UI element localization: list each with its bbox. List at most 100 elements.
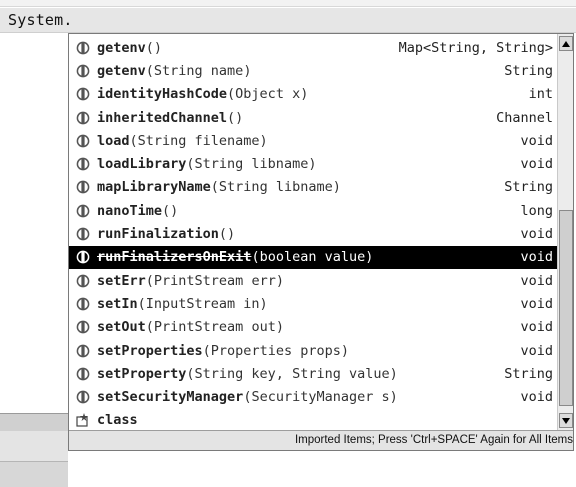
gutter-band <box>0 413 68 432</box>
completion-item-params: (InputStream in) <box>137 295 268 312</box>
method-icon <box>75 133 91 149</box>
completion-item-name: inheritedChannel <box>97 109 228 126</box>
completion-status-bar: Imported Items; Press 'Ctrl+SPACE' Again… <box>69 430 573 450</box>
completion-item[interactable]: getenv() Map<String, String> <box>69 36 559 59</box>
editor-line[interactable]: System. <box>0 8 576 33</box>
keyword-icon <box>75 412 91 428</box>
completion-item-return-type: String <box>504 179 553 196</box>
completion-item-name: setErr <box>97 272 146 289</box>
completion-item-name: runFinalizersOnExit <box>97 249 252 266</box>
scroll-thumb[interactable] <box>559 210 573 406</box>
completion-item-return-type: Map<String, String> <box>398 39 553 56</box>
completion-item-signature: mapLibraryName(String libname) <box>97 179 504 195</box>
completion-item-return-type: void <box>520 389 553 406</box>
editor-gutter <box>0 33 68 487</box>
completion-item-signature: setOut(PrintStream out) <box>97 319 520 335</box>
completion-item-params: (PrintStream err) <box>145 272 284 289</box>
method-icon <box>75 179 91 195</box>
completion-item-name: setIn <box>97 295 138 312</box>
completion-item-signature: getenv(String name) <box>97 63 504 79</box>
completion-item[interactable]: getenv(String name) String <box>69 59 559 82</box>
method-icon <box>75 319 91 335</box>
method-icon <box>75 86 91 102</box>
completion-item-params: () <box>145 39 163 56</box>
completion-item[interactable]: mapLibraryName(String libname) String <box>69 176 559 199</box>
completion-item-name: setProperties <box>97 342 203 359</box>
method-icon <box>75 296 91 312</box>
scroll-up-button[interactable] <box>559 36 573 51</box>
completion-item-name: class <box>97 412 138 429</box>
completion-item-params: (PrintStream out) <box>145 319 284 336</box>
completion-item-signature: identityHashCode(Object x) <box>97 86 529 102</box>
completion-item-signature: setProperty(String key, String value) <box>97 366 504 382</box>
completion-item[interactable]: nanoTime() long <box>69 199 559 222</box>
completion-item-params: (SecurityManager s) <box>243 389 398 406</box>
gutter-band <box>0 461 68 487</box>
completion-item-selected[interactable]: runFinalizersOnExit(boolean value) void <box>69 245 559 269</box>
completion-item[interactable]: setErr(PrintStream err) void <box>69 269 559 292</box>
completion-item-return-type: void <box>520 249 553 266</box>
completion-item-return-type: void <box>520 342 553 359</box>
completion-item-signature: setProperties(Properties props) <box>97 343 520 359</box>
completion-item-return-type: void <box>520 132 553 149</box>
method-icon <box>75 366 91 382</box>
completion-item-name: identityHashCode <box>97 86 228 103</box>
completion-item-params: (String key, String value) <box>186 365 398 382</box>
completion-item-signature: setIn(InputStream in) <box>97 296 520 312</box>
completion-scrollbar[interactable] <box>557 34 573 430</box>
completion-item-params: (String name) <box>145 62 252 79</box>
completion-item-return-type: Channel <box>496 109 553 126</box>
gutter-band <box>0 431 68 461</box>
completion-item-name: getenv <box>97 62 146 79</box>
method-icon <box>75 343 91 359</box>
arrow-down-icon <box>562 417 570 424</box>
completion-item[interactable]: runFinalization() void <box>69 222 559 245</box>
completion-item-signature: runFinalization() <box>97 226 520 242</box>
method-icon <box>75 273 91 289</box>
completion-item-name: getenv <box>97 39 146 56</box>
method-icon <box>75 156 91 172</box>
completion-item[interactable]: setProperty(String key, String value) Str… <box>69 362 559 385</box>
completion-item-name: nanoTime <box>97 202 163 219</box>
completion-item-signature: inheritedChannel() <box>97 110 496 126</box>
method-icon <box>75 40 91 56</box>
completion-item-params: (String libname) <box>210 179 341 196</box>
completion-item-signature: loadLibrary(String libname) <box>97 156 520 172</box>
completion-item[interactable]: setOut(PrintStream out) void <box>69 316 559 339</box>
completion-item-name: runFinalization <box>97 226 219 243</box>
completion-item-params: (boolean value) <box>251 249 374 266</box>
method-icon <box>75 110 91 126</box>
completion-item[interactable]: identityHashCode(Object x) int <box>69 83 559 106</box>
completion-item[interactable]: loadLibrary(String libname) void <box>69 153 559 176</box>
completion-item-return-type: int <box>528 86 553 103</box>
completion-item-params: () <box>162 202 179 219</box>
completion-item-return-type: void <box>520 156 553 173</box>
editor-text: System. <box>8 11 73 29</box>
completion-item-return-type: void <box>520 272 553 289</box>
method-icon <box>75 389 91 405</box>
completion-item-params: (String libname) <box>186 156 317 173</box>
method-icon <box>75 249 91 265</box>
completion-item-return-type: void <box>520 295 553 312</box>
completion-item[interactable]: class <box>69 409 559 430</box>
top-strip <box>0 0 576 7</box>
completion-item[interactable]: inheritedChannel() Channel <box>69 106 559 129</box>
completion-item-return-type: void <box>520 226 553 243</box>
completion-item-name: setSecurityManager <box>97 389 244 406</box>
completion-list: getenv() Map<String, String> getenv(String… <box>69 34 559 430</box>
completion-item-return-type: String <box>504 365 553 382</box>
completion-item-signature: getenv() <box>97 40 399 56</box>
scroll-down-button[interactable] <box>559 413 573 428</box>
completion-item-return-type: long <box>520 202 553 219</box>
completion-item-name: load <box>97 132 130 149</box>
completion-item[interactable]: setSecurityManager(SecurityManager s) voi… <box>69 386 559 409</box>
completion-item[interactable]: load(String filename) void <box>69 129 559 152</box>
completion-item-signature: load(String filename) <box>97 133 520 149</box>
completion-item[interactable]: setProperties(Properties props) void <box>69 339 559 362</box>
completion-item-name: setOut <box>97 319 146 336</box>
completion-item[interactable]: setIn(InputStream in) void <box>69 292 559 315</box>
method-icon <box>75 63 91 79</box>
completion-item-params: (Object x) <box>227 86 309 103</box>
completion-item-name: mapLibraryName <box>97 179 211 196</box>
completion-item-params: () <box>218 226 236 243</box>
